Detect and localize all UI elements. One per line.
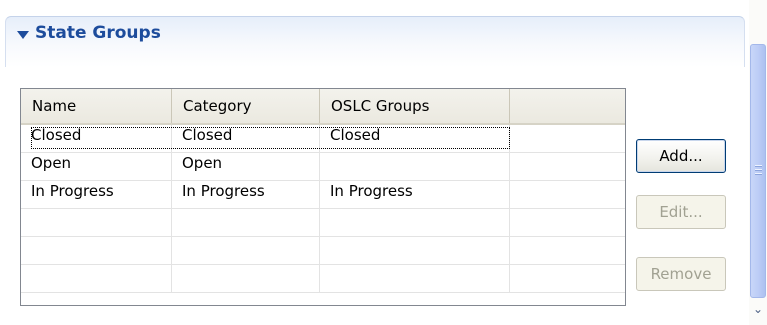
table-cell <box>320 153 510 180</box>
add-button[interactable]: Add... <box>636 139 726 173</box>
table-row[interactable] <box>21 237 625 265</box>
table-cell <box>172 265 320 292</box>
table-cell <box>510 125 625 152</box>
thumb-grip <box>755 169 762 171</box>
table-cell <box>21 237 172 264</box>
table-cell: In Progress <box>172 181 320 208</box>
thumb-grip <box>755 173 762 175</box>
table-cell <box>21 209 172 236</box>
table-cell: Closed <box>320 125 510 152</box>
expand-toggle-icon[interactable] <box>17 31 29 39</box>
column-header-category[interactable]: Category <box>172 89 320 123</box>
chevron-down-icon[interactable]: ⌄ <box>752 303 764 315</box>
table-cell: Open <box>172 153 320 180</box>
section-title[interactable]: State Groups <box>35 23 161 43</box>
vertical-scrollbar[interactable]: ⌄ <box>749 0 767 325</box>
scrollbar-thumb[interactable] <box>750 44 766 298</box>
column-header-filler <box>510 89 625 123</box>
column-header-oslc-groups[interactable]: OSLC Groups <box>320 89 510 123</box>
table-cell <box>510 181 625 208</box>
table-cell <box>172 237 320 264</box>
table-cell <box>21 265 172 292</box>
table-header: Name Category OSLC Groups <box>21 89 625 125</box>
table-cell: Open <box>21 153 172 180</box>
table-row[interactable] <box>21 265 625 293</box>
table-row[interactable] <box>21 209 625 237</box>
table-cell <box>510 153 625 180</box>
table-row[interactable]: Closed Closed Closed <box>21 125 625 153</box>
table-cell <box>510 237 625 264</box>
table-cell <box>320 265 510 292</box>
table-cell: Closed <box>21 125 172 152</box>
table-cell: In Progress <box>21 181 172 208</box>
table-cell <box>320 209 510 236</box>
table-row[interactable]: Open Open <box>21 153 625 181</box>
table-cell: In Progress <box>320 181 510 208</box>
table-cell <box>510 209 625 236</box>
edit-button[interactable]: Edit... <box>636 195 726 229</box>
thumb-grip <box>755 165 762 167</box>
state-groups-table[interactable]: Name Category OSLC Groups Closed Closed Cl… <box>20 88 626 306</box>
table-cell: Closed <box>172 125 320 152</box>
table-cell <box>320 237 510 264</box>
column-header-name[interactable]: Name <box>21 89 172 123</box>
remove-button[interactable]: Remove <box>636 257 726 291</box>
section-header: State Groups <box>5 16 745 67</box>
table-cell <box>172 209 320 236</box>
table-cell <box>510 265 625 292</box>
table-row[interactable]: In Progress In Progress In Progress <box>21 181 625 209</box>
